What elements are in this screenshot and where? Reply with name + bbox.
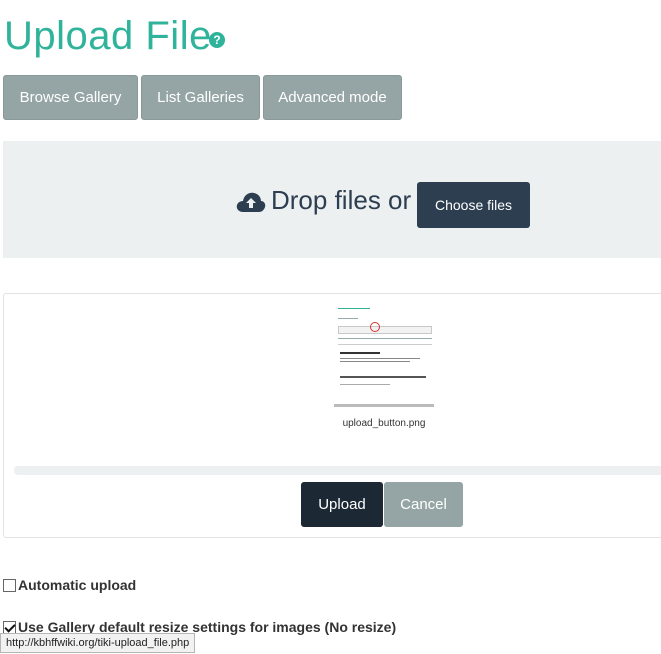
cloud-upload-icon bbox=[236, 192, 266, 212]
file-thumbnail bbox=[334, 300, 434, 410]
automatic-upload-checkbox[interactable] bbox=[3, 578, 16, 592]
resize-settings-checkbox[interactable] bbox=[3, 620, 16, 634]
drop-zone[interactable]: Drop files or Choose files bbox=[3, 141, 661, 258]
upload-button[interactable]: Upload bbox=[301, 482, 383, 527]
upload-progress-bar bbox=[14, 466, 661, 475]
choose-files-button[interactable]: Choose files bbox=[417, 182, 530, 228]
list-galleries-button[interactable]: List Galleries bbox=[141, 75, 260, 120]
status-bar-url: http://kbhffwiki.org/tiki-upload_file.ph… bbox=[0, 633, 196, 653]
cancel-button[interactable]: Cancel bbox=[384, 482, 463, 527]
upload-preview-panel: upload_button.png Upload Cancel bbox=[3, 293, 661, 538]
drop-files-text: Drop files or bbox=[271, 185, 412, 215]
browse-gallery-button[interactable]: Browse Gallery bbox=[3, 75, 138, 120]
advanced-mode-button[interactable]: Advanced mode bbox=[263, 75, 402, 120]
file-name: upload_button.png bbox=[342, 418, 426, 429]
automatic-upload-option[interactable]: Automatic upload bbox=[3, 577, 136, 593]
automatic-upload-label: Automatic upload bbox=[18, 577, 137, 593]
page-title: Upload File bbox=[4, 14, 212, 58]
help-icon[interactable]: ? bbox=[209, 32, 225, 48]
